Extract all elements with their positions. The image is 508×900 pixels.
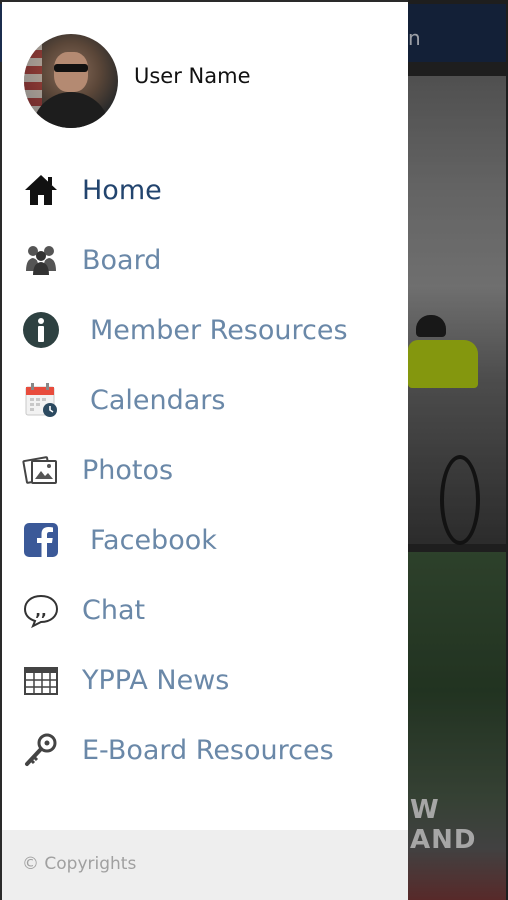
drawer-footer: © Copyrights	[2, 830, 408, 900]
menu-item-photos[interactable]: Photos	[2, 437, 408, 497]
user-avatar[interactable]	[24, 34, 118, 128]
menu-item-label: E-Board Resources	[82, 735, 334, 766]
avatar-sunglasses	[54, 64, 88, 72]
menu-item-calendars[interactable]: Calendars	[2, 367, 408, 427]
menu-item-label: Board	[82, 245, 162, 276]
avatar-shoulders	[32, 92, 110, 128]
menu-item-yppa-news[interactable]: YPPA News	[2, 647, 408, 707]
menu-item-chat[interactable]: ,, Chat	[2, 577, 408, 637]
group-icon	[22, 241, 60, 279]
menu-item-label: Photos	[82, 455, 174, 486]
menu-item-label: Calendars	[90, 385, 226, 416]
photos-icon	[22, 451, 60, 489]
calendar-icon	[22, 381, 60, 419]
copyright-text: © Copyrights	[22, 854, 137, 874]
user-name: User Name	[134, 64, 251, 88]
menu-item-member-resources[interactable]: Member Resources	[2, 297, 408, 357]
menu-item-e-board-resources[interactable]: E-Board Resources	[2, 717, 408, 777]
drawer-scrim[interactable]	[408, 0, 508, 900]
menu-item-label: Facebook	[90, 525, 217, 556]
menu-item-board[interactable]: Board	[2, 227, 408, 287]
navigation-drawer: User Name Home Board Member Resources Ca…	[2, 2, 408, 900]
news-icon	[22, 661, 60, 699]
menu-item-facebook[interactable]: Facebook	[2, 507, 408, 567]
facebook-icon	[22, 521, 60, 559]
home-icon	[22, 171, 60, 209]
menu-item-label: Member Resources	[90, 315, 348, 346]
avatar-face	[54, 52, 88, 92]
menu-item-home[interactable]: Home	[2, 157, 408, 217]
chat-icon: ,,	[22, 591, 60, 629]
menu-item-label: Chat	[82, 595, 146, 626]
key-icon	[22, 731, 60, 769]
info-icon	[22, 311, 60, 349]
menu-item-label: YPPA News	[82, 665, 230, 696]
svg-text:,,: ,,	[35, 602, 46, 620]
menu-item-label: Home	[82, 175, 162, 206]
